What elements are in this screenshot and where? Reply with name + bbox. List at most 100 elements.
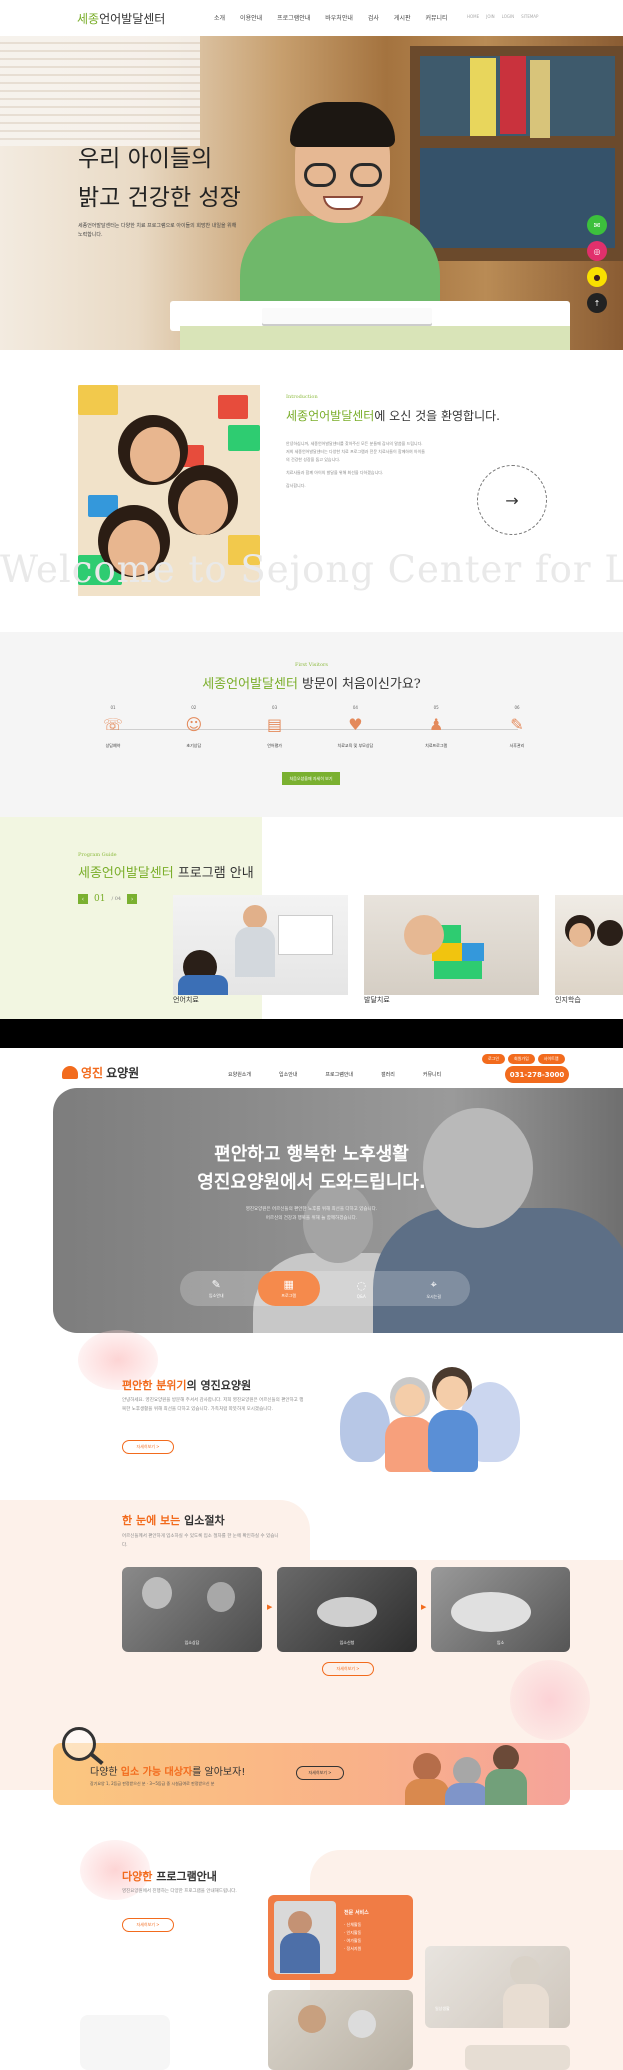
admission-step-card[interactable]: 입소상담 xyxy=(122,1567,262,1652)
program-card-label: 언어치료 xyxy=(173,996,199,1004)
service-item: · 신체활동 xyxy=(344,1922,362,1927)
instagram-icon[interactable]: ◎ xyxy=(587,241,607,261)
quick-menu-label: 입소안내 xyxy=(208,1293,224,1298)
next-button[interactable]: › xyxy=(127,894,138,904)
talk-icon[interactable]: ✉ xyxy=(587,215,607,235)
site1-logo[interactable]: 세종언어발달센터 xyxy=(77,10,165,27)
program-card[interactable]: 발달치료 xyxy=(364,895,539,1005)
site2-logo[interactable]: 영진 요양원 xyxy=(62,1064,139,1081)
program-photo[interactable] xyxy=(268,1990,413,2070)
service-card[interactable]: 전문 서비스 · 신체활동 · 인지활동 · 여가활동 · 정서지원 xyxy=(268,1895,413,1980)
peace-title-mid: 의 xyxy=(186,1379,201,1392)
nav-item[interactable]: 소개 xyxy=(214,13,225,22)
person-head xyxy=(510,1956,540,1986)
quick-menu-item[interactable]: ✎ 입소안내 xyxy=(185,1271,247,1306)
nav-item[interactable]: 프로그램안내 xyxy=(325,1071,353,1078)
programs-description: 영진요양원에서 진행하는 다양한 프로그램을 안내해드립니다. xyxy=(122,1889,237,1894)
intro-subtitle: Introduction xyxy=(286,394,318,400)
service-photo xyxy=(274,1901,336,1974)
peace-title: 편안한 분위기의 영진요양원 xyxy=(122,1377,251,1393)
program-card[interactable]: 인지학습 xyxy=(555,895,623,1005)
programs-more-button[interactable]: 자세히보기 > xyxy=(122,1918,174,1932)
quick-menu-label: 프로그램 xyxy=(281,1293,297,1298)
program-card-label: 발달치료 xyxy=(364,996,390,1004)
program-title: 세종언어발달센터 프로그램 안내 xyxy=(78,862,254,881)
admission-step-card[interactable]: 입소신청 xyxy=(277,1567,417,1652)
intro-body: 안녕하십니까, 세종언어발달센터를 찾아주신 모든 분들께 감사의 말씀을 드립… xyxy=(286,440,426,490)
nav-item[interactable]: 갤러리 xyxy=(381,1071,395,1078)
hero2-title-line2: 영진요양원에서 도와드립니다. xyxy=(197,1172,426,1193)
peace-description: 안녕하세요. 영진요양원을 방문해 주셔서 감사합니다. 저희 영진요양원은 어… xyxy=(122,1398,304,1412)
program-photo[interactable]: 일상생활 xyxy=(425,1946,570,2028)
step-arrow-icon: ▶ xyxy=(421,1603,427,1611)
program-card[interactable]: 언어치료 xyxy=(173,895,348,1005)
phone-number-badge[interactable]: 031-278-3000 xyxy=(505,1066,569,1083)
peace-more-button[interactable]: 자세히보기 > xyxy=(122,1440,174,1454)
desk-front xyxy=(180,326,570,350)
hero-title-line2: 밝고 건강한 성장 xyxy=(78,185,241,211)
service-list: · 신체활동 · 인지활동 · 여가활동 · 정서지원 xyxy=(344,1921,361,1953)
top-arrow-icon[interactable]: ↑ xyxy=(587,293,607,313)
sitemap-link[interactable]: 사이트맵 xyxy=(537,1054,565,1064)
nav-item[interactable]: 이용안내 xyxy=(240,13,262,22)
step-number: 02 xyxy=(191,705,197,710)
heart-hands-icon: ♥ xyxy=(348,715,363,734)
hero2-desc-line: 영진요양원은 어르신들의 편안한 노후를 위해 최선을 다하고 있습니다. xyxy=(245,1207,378,1212)
quick-menu-item[interactable]: ⌖ 오시는길 xyxy=(403,1271,465,1306)
visit-detail-button[interactable]: 처음오셨을때 자세히 보기 xyxy=(282,772,340,785)
util-home[interactable]: HOME xyxy=(467,14,479,19)
service-title: 전문 서비스 xyxy=(344,1910,369,1916)
person-body xyxy=(445,1783,489,1805)
child-hair xyxy=(597,920,623,946)
child-hand xyxy=(404,915,444,955)
intro-title: 세종언어발달센터에 오신 것을 환영합니다. xyxy=(286,407,500,424)
nav-item[interactable]: 게시판 xyxy=(394,13,411,22)
nav-item[interactable]: 검사 xyxy=(368,13,379,22)
kakao-icon[interactable]: ● xyxy=(587,267,607,287)
quick-menu-item[interactable]: ◌ Q&A xyxy=(330,1271,392,1306)
intro-title-accent: 세종언어발달센터 xyxy=(286,409,375,423)
nav-item[interactable]: 요양원소개 xyxy=(228,1071,251,1078)
logo-text: 요양원 xyxy=(106,1066,140,1080)
util-login[interactable]: LOGIN xyxy=(502,14,515,19)
arrow-right-icon: → xyxy=(505,490,519,510)
peace-title-rest: 영진요양원 xyxy=(200,1379,252,1392)
nav-item[interactable]: 입소안내 xyxy=(279,1071,297,1078)
phone-icon: ☏ xyxy=(102,715,123,734)
banner-more-button[interactable]: 자세히보기 > xyxy=(296,1766,344,1780)
book xyxy=(470,58,496,136)
join-link[interactable]: 회원가입 xyxy=(508,1054,535,1064)
banner-description: 장기요양 1, 2등급 판정받으신 분 · 3~5등급 중 시설급여로 판정받으… xyxy=(90,1781,215,1786)
util-join[interactable]: JOIN xyxy=(486,14,495,19)
prev-button[interactable]: ‹ xyxy=(78,894,88,904)
util-sitemap[interactable]: SITEMAP xyxy=(521,14,538,19)
nav-item[interactable]: 프로그램안내 xyxy=(277,13,310,22)
nav-item[interactable]: 커뮤니티 xyxy=(423,1071,441,1078)
admission-step-card[interactable]: 입소 xyxy=(431,1567,570,1652)
person-head xyxy=(453,1757,481,1785)
program-card-label: 인지학습 xyxy=(555,996,581,1004)
nav-item[interactable]: 커뮤니티 xyxy=(425,13,447,22)
nav-item[interactable]: 바우처안내 xyxy=(325,13,353,22)
peace-title-accent: 편안한 분위기 xyxy=(122,1379,187,1392)
book xyxy=(500,56,526,134)
intro-paragraph: 안녕하십니까, 세종언어발달센터를 찾아주신 모든 분들께 감사의 말씀을 드립… xyxy=(286,441,425,462)
faded-illustration xyxy=(80,2015,170,2070)
logo-accent: 영진 xyxy=(81,1066,104,1080)
hands xyxy=(451,1592,531,1632)
quick-menu-item[interactable]: ▦ 프로그램 xyxy=(257,1271,320,1306)
program-photo[interactable] xyxy=(465,2045,570,2070)
step-number: 05 xyxy=(433,705,439,710)
admission-more-button[interactable]: 자세히보기 > xyxy=(322,1662,374,1676)
divider-bar xyxy=(0,1019,623,1048)
programs-title-rest: 프로그램안내 xyxy=(152,1870,217,1883)
quick-icons: ✉ ◎ ● ↑ xyxy=(587,215,607,313)
page-current: 01 xyxy=(94,894,106,904)
more-circle-button[interactable]: → xyxy=(477,465,547,535)
login-link[interactable]: 로그인 xyxy=(482,1054,506,1064)
site2-nav: 요양원소개 입소안내 프로그램안내 갤러리 커뮤니티 xyxy=(228,1071,441,1078)
intro-paragraph: 치료사들과 함께 아이의 발달을 위해 최선을 다하겠습니다. xyxy=(286,470,384,475)
banner-title-bold: 입소 가능 대상자 xyxy=(120,1767,193,1778)
leaf xyxy=(340,1392,390,1462)
shelf-back xyxy=(420,56,615,138)
